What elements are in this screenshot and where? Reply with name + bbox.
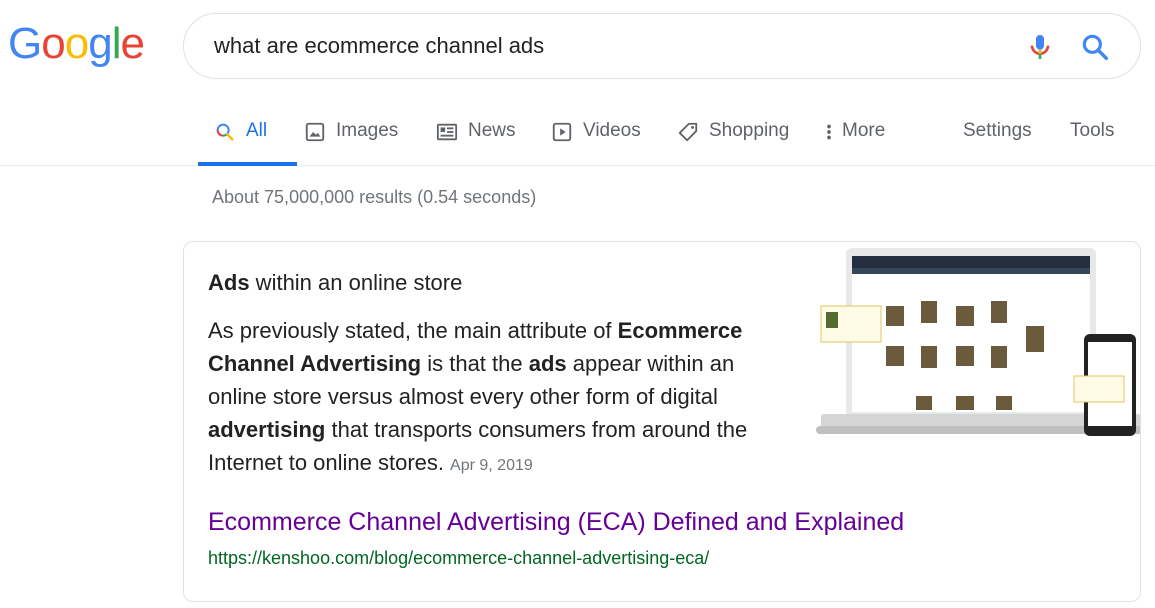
tab-shopping-label: Shopping (709, 120, 790, 141)
search-box (183, 13, 1141, 79)
image-icon (305, 122, 325, 142)
result-stats: About 75,000,000 results (0.54 seconds) (212, 187, 537, 207)
result-title-link[interactable]: Ecommerce Channel Advertising (ECA) Defi… (208, 508, 904, 537)
result-url: https://kenshoo.com/blog/ecommerce-chann… (208, 548, 710, 568)
tab-all-label: All (246, 120, 268, 141)
logo-letter-e: e (120, 19, 145, 68)
news-icon (436, 123, 458, 141)
featured-snippet: Ads within an online store As previously… (183, 241, 1141, 602)
search-icon (216, 123, 234, 141)
snippet-heading-rest: within an online store (249, 270, 463, 295)
more-vert-icon (827, 124, 831, 140)
tab-videos[interactable]: Videos (551, 120, 641, 166)
tab-all[interactable]: All (197, 120, 298, 166)
tab-shopping[interactable]: Shopping (677, 120, 789, 166)
snippet-thumbnail-image[interactable] (816, 246, 1141, 446)
snippet-heading: Ads within an online store (208, 270, 462, 296)
tab-news-label: News (468, 120, 516, 141)
microphone-icon[interactable] (1024, 31, 1056, 63)
tag-icon (678, 122, 698, 142)
snippet-part: is that the (421, 351, 529, 376)
snippet-heading-bold: Ads (208, 270, 250, 295)
tab-tools-label: Tools (1070, 120, 1115, 141)
snippet-part-bold: ads (528, 351, 567, 376)
tab-settings-label: Settings (963, 120, 1032, 141)
tab-more-label: More (842, 120, 886, 141)
snippet-part: As previously stated, the main attribute… (208, 318, 618, 343)
logo-letter-o1: o (41, 19, 66, 68)
tab-tools[interactable]: Tools (1070, 120, 1114, 166)
snippet-part-bold: advertising (208, 417, 326, 442)
tab-more[interactable]: More (822, 120, 885, 166)
logo-letter-o2: o (64, 19, 90, 68)
search-icon[interactable] (1079, 31, 1111, 63)
logo-letter-g: G (8, 19, 42, 68)
tab-news[interactable]: News (436, 120, 516, 166)
search-input[interactable] (214, 28, 994, 64)
snippet-date: Apr 9, 2019 (450, 457, 533, 474)
play-icon (552, 122, 572, 142)
tab-videos-label: Videos (583, 120, 641, 141)
tab-settings[interactable]: Settings (963, 120, 1032, 166)
snippet-text: As previously stated, the main attribute… (208, 314, 798, 482)
search-tabs: All Images News Videos Shopping More Set… (0, 100, 1155, 166)
tab-images[interactable]: Images (304, 120, 398, 166)
google-logo[interactable]: Google (8, 19, 145, 68)
tab-images-label: Images (336, 120, 399, 141)
logo-letter-g2: g (88, 19, 113, 68)
